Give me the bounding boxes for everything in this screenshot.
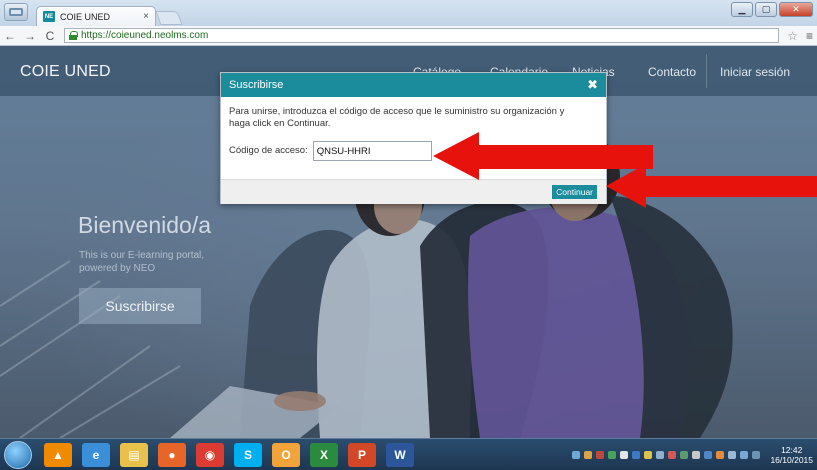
access-code-input[interactable]: [312, 141, 432, 161]
url-text: https://coieuned.neolms.com: [81, 30, 209, 41]
minimize-icon[interactable]: ▁: [731, 2, 753, 17]
address-bar[interactable]: https://coieuned.neolms.com: [64, 28, 780, 43]
start-button[interactable]: [4, 440, 32, 469]
tray-icon[interactable]: [632, 451, 641, 459]
tray-icon[interactable]: [584, 451, 593, 459]
tray-icon[interactable]: [620, 451, 629, 459]
taskbar-clock[interactable]: 12:42 16/10/2015: [770, 445, 813, 465]
new-tab-button[interactable]: [155, 11, 183, 25]
taskbar-apps: ▲ e ▤ ● ◉ S O X P W: [44, 442, 414, 467]
tray-icon[interactable]: [716, 451, 725, 459]
chrome-icon[interactable]: ◉: [196, 442, 224, 467]
favicon-icon: NE: [43, 11, 55, 22]
browser-toolbar: ← → C https://coieuned.neolms.com ☆ ≡: [0, 26, 817, 46]
tray-icon[interactable]: [644, 451, 653, 459]
nav-contacto[interactable]: Contacto: [648, 65, 696, 79]
browser-logo-icon: [9, 8, 23, 16]
excel-icon[interactable]: X: [310, 442, 338, 467]
browser-app-button[interactable]: [4, 3, 28, 21]
system-tray: 12:42 16/10/2015: [572, 439, 813, 470]
clock-time: 12:42: [781, 445, 803, 455]
back-icon[interactable]: ←: [4, 29, 16, 43]
bookmark-star-icon[interactable]: ☆: [787, 29, 798, 43]
tray-icon[interactable]: [740, 451, 749, 459]
word-icon[interactable]: W: [386, 442, 414, 467]
clock-date: 16/10/2015: [770, 455, 813, 465]
forward-icon[interactable]: →: [24, 29, 36, 43]
file-explorer-icon[interactable]: ▤: [120, 442, 148, 467]
hero-subtitle: This is our E-learning portal, powered b…: [79, 249, 204, 275]
tray-icon[interactable]: [656, 451, 665, 459]
tab-title: COIE UNED: [60, 11, 111, 22]
nav-separator: [706, 54, 707, 88]
web-page: COIE UNED Catálogo Calendario Noticias C…: [0, 46, 817, 438]
modal-footer: Continuar: [221, 179, 606, 204]
modal-instructions: Para unirse, introduzca el código de acc…: [229, 106, 565, 129]
tray-icon[interactable]: [572, 451, 581, 459]
maximize-icon[interactable]: ▢: [755, 2, 777, 17]
outlook-icon[interactable]: O: [272, 442, 300, 467]
tray-icon[interactable]: [608, 451, 617, 459]
modal-close-icon[interactable]: ✖: [587, 77, 598, 93]
continue-button[interactable]: Continuar: [552, 185, 597, 199]
arrow-to-continue-icon: [606, 164, 817, 208]
tray-icon[interactable]: [668, 451, 677, 459]
modal-title: Suscribirse: [229, 79, 284, 91]
skype-icon[interactable]: S: [234, 442, 262, 467]
hero-subtitle-line2: powered by NEO: [79, 263, 156, 274]
tray-icon[interactable]: [728, 451, 737, 459]
tab-close-icon[interactable]: ×: [143, 11, 149, 22]
site-brand[interactable]: COIE UNED: [20, 63, 111, 81]
tray-icon[interactable]: [704, 451, 713, 459]
modal-header: Suscribirse ✖: [221, 73, 606, 97]
browser-menu-icon[interactable]: ≡: [806, 29, 813, 43]
tray-icon[interactable]: [752, 451, 761, 459]
tray-icon[interactable]: [680, 451, 689, 459]
window-controls: ▁ ▢ ✕: [731, 2, 813, 17]
access-code-label: Código de acceso:: [229, 145, 308, 156]
vlc-icon[interactable]: ▲: [44, 442, 72, 467]
windows-taskbar: ▲ e ▤ ● ◉ S O X P W 12:42 16/10/2015: [0, 438, 817, 470]
reload-icon[interactable]: C: [44, 29, 56, 43]
hero-subscribe-button[interactable]: Suscribirse: [79, 288, 201, 324]
hero-title: Bienvenido/a: [78, 212, 211, 238]
firefox-icon[interactable]: ●: [158, 442, 186, 467]
internet-explorer-icon[interactable]: e: [82, 442, 110, 467]
lock-icon: [69, 31, 78, 40]
tray-icon[interactable]: [596, 451, 605, 459]
browser-tabstrip: NE COIE UNED × ▁ ▢ ✕: [0, 0, 817, 26]
nav-iniciar-sesion[interactable]: Iniciar sesión: [720, 65, 790, 79]
powerpoint-icon[interactable]: P: [348, 442, 376, 467]
tray-icon[interactable]: [692, 451, 701, 459]
hero-subtitle-line1: This is our E-learning portal,: [79, 250, 205, 261]
window-close-icon[interactable]: ✕: [779, 2, 813, 17]
browser-tab[interactable]: NE COIE UNED ×: [36, 6, 156, 26]
